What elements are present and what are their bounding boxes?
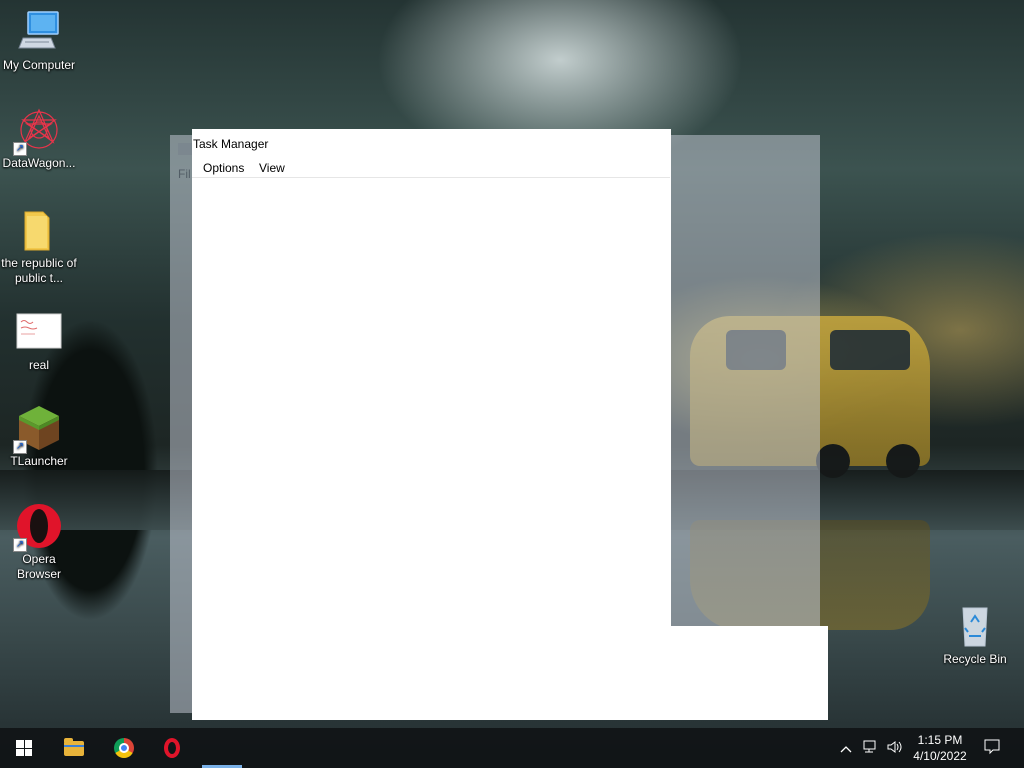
- notification-icon: [984, 739, 1000, 758]
- taskbar-file-explorer[interactable]: [50, 728, 98, 768]
- shortcut-arrow-icon: ↗: [13, 142, 27, 156]
- taskbar-opera[interactable]: [148, 728, 196, 768]
- opera-icon: ↗: [13, 502, 63, 552]
- desktop-icon-my-computer[interactable]: My Computer: [1, 8, 77, 73]
- windows-logo-icon: [16, 740, 32, 756]
- window-app-icon: [178, 143, 192, 155]
- action-center-button[interactable]: [978, 728, 1006, 768]
- chevron-up-icon: [840, 741, 852, 756]
- datawagon-icon: ↗: [13, 106, 63, 156]
- desktop-icon-label: My Computer: [2, 58, 76, 72]
- window-title: Task Manager: [193, 137, 269, 151]
- desktop-icon-real[interactable]: real: [1, 308, 77, 373]
- menu-bar: Options View: [192, 159, 670, 178]
- desktop-icon-datawagon[interactable]: ↗ DataWagon...: [1, 106, 77, 171]
- desktop-icon-label: the republic of public t...: [1, 256, 77, 285]
- taskbar-chrome[interactable]: [100, 728, 148, 768]
- computer-icon: [15, 8, 63, 56]
- desktop-icon-recycle-bin[interactable]: Recycle Bin: [937, 602, 1013, 667]
- desktop-icon-label: Recycle Bin: [943, 652, 1007, 666]
- file-explorer-icon: [64, 737, 84, 756]
- network-button[interactable]: [860, 728, 882, 768]
- clock-date: 4/10/2022: [913, 749, 967, 763]
- shortcut-arrow-icon: ↗: [13, 440, 27, 454]
- desktop-icon-label: real: [28, 358, 49, 372]
- desktop-icon-tlauncher[interactable]: ↗ TLauncher: [1, 404, 77, 469]
- image-file-icon: [15, 308, 63, 356]
- show-hidden-icons-button[interactable]: [836, 728, 856, 768]
- opera-icon: [164, 738, 180, 758]
- recycle-bin-icon: [951, 602, 999, 650]
- menu-options[interactable]: Options: [203, 161, 244, 175]
- taskbar: 1:15 PM 4/10/2022: [0, 728, 1024, 768]
- volume-icon: [887, 740, 903, 757]
- network-icon: [863, 740, 879, 757]
- desktop-icon-opera[interactable]: ↗ Opera Browser: [1, 502, 77, 582]
- van-window: [830, 330, 910, 370]
- desktop-icon-label: DataWagon...: [2, 156, 76, 170]
- chrome-icon: [114, 738, 134, 758]
- task-manager-window-extension: [192, 626, 828, 720]
- task-manager-window[interactable]: Task Manager Options View: [192, 129, 671, 626]
- desktop-icon-label: TLauncher: [10, 454, 68, 468]
- volume-button[interactable]: [884, 728, 906, 768]
- background-window-menu-file[interactable]: Fil: [178, 167, 191, 181]
- clock-time: 1:15 PM: [917, 733, 963, 747]
- van-wheel: [886, 444, 920, 478]
- folder-icon: [15, 206, 63, 254]
- desktop-icon-folder[interactable]: the republic of public t...: [1, 206, 77, 286]
- minecraft-grass-block-icon: ↗: [13, 404, 63, 454]
- start-button[interactable]: [0, 728, 48, 768]
- desktop-icon-label: Opera Browser: [16, 552, 61, 581]
- shortcut-arrow-icon: ↗: [13, 538, 27, 552]
- clock[interactable]: 1:15 PM 4/10/2022: [905, 732, 975, 764]
- van-wheel: [816, 444, 850, 478]
- menu-view[interactable]: View: [259, 161, 285, 175]
